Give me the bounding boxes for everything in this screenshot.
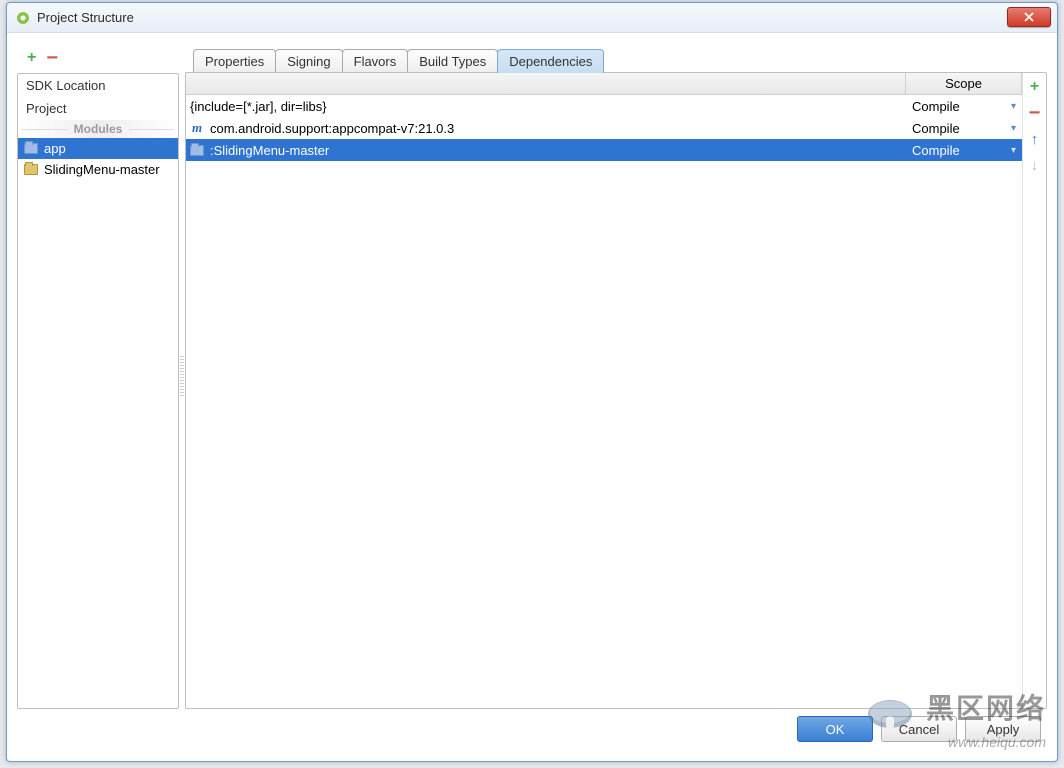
dependency-name: :SlidingMenu-master (210, 143, 329, 158)
remove-dependency-button[interactable]: − (1025, 103, 1045, 123)
add-dependency-button[interactable]: + (1025, 77, 1045, 97)
window-title: Project Structure (37, 10, 134, 25)
sidebar-toolbar: + − (17, 43, 179, 73)
column-scope[interactable]: Scope (906, 73, 1022, 94)
tab-flavors[interactable]: Flavors (342, 49, 409, 73)
move-down-button[interactable]: ↓ (1025, 155, 1045, 175)
dependencies-table: Scope {include=[*.jar], dir=libs} Compil… (186, 73, 1022, 708)
table-header: Scope (186, 73, 1022, 95)
module-label: SlidingMenu-master (44, 162, 160, 177)
chevron-down-icon: ▾ (1011, 145, 1016, 156)
ok-button[interactable]: OK (797, 716, 873, 742)
folder-icon (24, 143, 38, 154)
chevron-down-icon: ▾ (1011, 101, 1016, 112)
scope-dropdown[interactable]: Compile ▾ (906, 121, 1022, 136)
close-icon (1024, 12, 1034, 22)
scope-dropdown[interactable]: Compile ▾ (906, 99, 1022, 114)
tabstrip: Properties Signing Flavors Build Types D… (185, 43, 1047, 73)
folder-icon (190, 145, 204, 156)
sidebar-list: SDK Location Project Modules app Sliding… (17, 73, 179, 709)
module-item-app[interactable]: app (18, 138, 178, 159)
sidebar-item-project[interactable]: Project (18, 97, 178, 120)
dependency-name: com.android.support:appcompat-v7:21.0.3 (210, 121, 454, 136)
main-pane: Properties Signing Flavors Build Types D… (185, 43, 1047, 709)
chevron-down-icon: ▾ (1011, 123, 1016, 134)
column-dependency[interactable] (186, 73, 906, 94)
dialog-footer: OK Cancel Apply (17, 709, 1047, 749)
table-row[interactable]: :SlidingMenu-master Compile ▾ (186, 139, 1022, 161)
sidebar-item-sdk-location[interactable]: SDK Location (18, 74, 178, 97)
scope-value: Compile (912, 121, 960, 136)
folder-icon (24, 164, 38, 175)
tab-build-types[interactable]: Build Types (407, 49, 498, 73)
add-module-button[interactable]: + (27, 49, 36, 67)
app-icon (15, 10, 31, 26)
dependencies-panel: Scope {include=[*.jar], dir=libs} Compil… (185, 72, 1047, 709)
table-row[interactable]: {include=[*.jar], dir=libs} Compile ▾ (186, 95, 1022, 117)
module-label: app (44, 141, 66, 156)
dependency-name: {include=[*.jar], dir=libs} (190, 99, 327, 114)
scope-dropdown[interactable]: Compile ▾ (906, 143, 1022, 158)
table-row[interactable]: m com.android.support:appcompat-v7:21.0.… (186, 117, 1022, 139)
scope-value: Compile (912, 143, 960, 158)
tab-properties[interactable]: Properties (193, 49, 276, 73)
project-structure-window: Project Structure + − SDK Location Proje… (6, 2, 1058, 762)
maven-icon: m (190, 120, 204, 136)
move-up-button[interactable]: ↑ (1025, 129, 1045, 149)
tab-dependencies[interactable]: Dependencies (497, 49, 604, 73)
close-button[interactable] (1007, 7, 1051, 27)
scope-value: Compile (912, 99, 960, 114)
apply-button[interactable]: Apply (965, 716, 1041, 742)
modules-header: Modules (18, 120, 178, 138)
cancel-button[interactable]: Cancel (881, 716, 957, 742)
tab-signing[interactable]: Signing (275, 49, 342, 73)
sidebar: + − SDK Location Project Modules app Sli… (17, 43, 179, 709)
module-item-slidingmenu[interactable]: SlidingMenu-master (18, 159, 178, 180)
titlebar[interactable]: Project Structure (7, 3, 1057, 33)
dependencies-toolbar: + − ↑ ↓ (1022, 73, 1046, 708)
